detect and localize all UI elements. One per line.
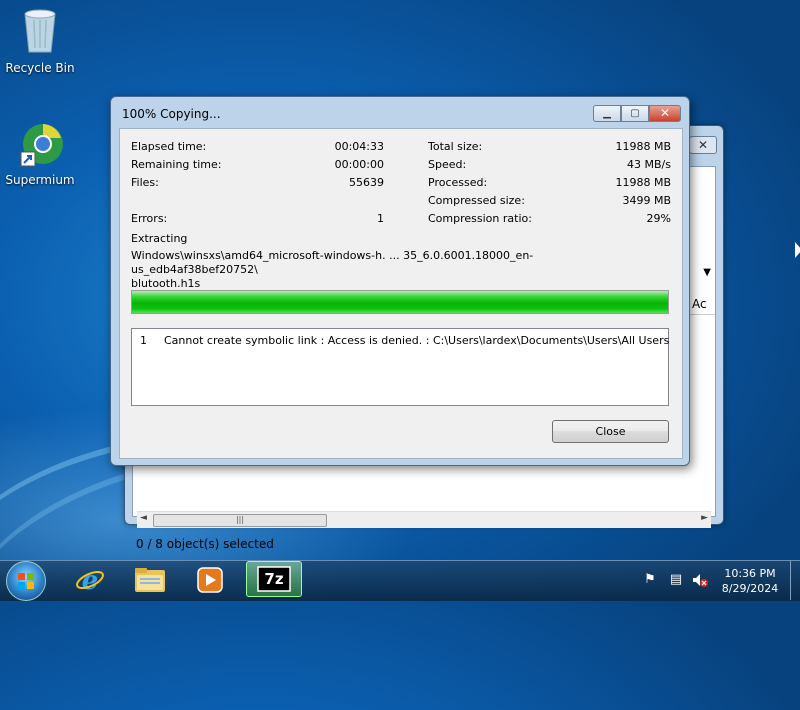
background-window-close-button[interactable]: ✕ (689, 136, 717, 154)
dialog-body: Elapsed time: 00:04:33 Remaining time: 0… (119, 128, 683, 459)
taskbar-clock[interactable]: 10:36 PM 8/29/2024 (716, 566, 784, 596)
compressed-size-label: Compressed size: (428, 194, 525, 207)
elapsed-time-value: 00:04:33 (334, 140, 384, 153)
scrollbar-thumb[interactable]: ||| (153, 514, 327, 527)
errors-label: Errors: (131, 212, 168, 225)
total-size-value: 11988 MB (615, 140, 671, 153)
taskbar-internet-explorer[interactable]: e (62, 562, 118, 598)
total-size-label: Total size: (428, 140, 483, 153)
errors-value: 1 (377, 212, 384, 225)
current-file-path-line: Windows\winsxs\amd64_microsoft-windows-h… (131, 249, 534, 276)
elapsed-time-label: Elapsed time: (131, 140, 207, 153)
horizontal-scrollbar[interactable]: ◄ ||| ► (137, 511, 711, 528)
7zip-icon-label: 7z (264, 570, 284, 588)
minimize-button[interactable]: ▁ (593, 105, 621, 122)
media-player-icon (197, 567, 223, 593)
speed-value: 43 MB/s (627, 158, 671, 171)
clock-time: 10:36 PM (724, 567, 776, 580)
close-window-button[interactable]: ✕ (649, 105, 681, 122)
desktop-icon-label: Recycle Bin (5, 61, 75, 75)
supermium-browser-icon (20, 124, 63, 167)
operation-label: Extracting (131, 232, 188, 245)
taskbar-media-player[interactable] (182, 562, 238, 598)
flag-icon[interactable]: ⚑ (642, 572, 658, 588)
desktop-icon-label: Supermium (5, 173, 75, 187)
chevron-down-icon[interactable]: ▼ (703, 267, 711, 278)
status-bar: 0 / 8 object(s) selected (136, 537, 274, 551)
progress-bar (131, 290, 669, 314)
error-number: 1 (140, 334, 147, 347)
copy-progress-dialog[interactable]: 100% Copying... ▁ ▢ ✕ Elapsed time: 00:0… (110, 96, 690, 466)
current-file-path-line: blutooth.h1s (131, 277, 201, 290)
taskbar-7zip[interactable]: 7z (246, 561, 302, 597)
remaining-time-label: Remaining time: (131, 158, 222, 171)
windows-logo-icon (18, 573, 34, 589)
files-value: 55639 (349, 176, 384, 189)
close-button[interactable]: Close (552, 420, 669, 443)
speed-label: Speed: (428, 158, 467, 171)
maximize-button[interactable]: ▢ (621, 105, 649, 122)
scroll-right-icon[interactable]: ► (701, 513, 708, 523)
remaining-time-value: 00:00:00 (334, 158, 384, 171)
scroll-left-icon[interactable]: ◄ (140, 513, 147, 523)
progress-bar-fill (132, 291, 668, 313)
error-list[interactable]: 1 Cannot create symbolic link : Access is… (131, 328, 669, 406)
processed-label: Processed: (428, 176, 488, 189)
volume-muted-icon[interactable] (692, 572, 708, 588)
show-desktop-button[interactable] (790, 561, 800, 600)
recycle-bin-icon (24, 9, 56, 53)
files-label: Files: (131, 176, 159, 189)
network-icon[interactable]: ▤ (668, 572, 684, 588)
start-button[interactable] (6, 561, 46, 601)
taskbar-file-explorer[interactable] (122, 562, 178, 598)
compressed-size-value: 3499 MB (622, 194, 671, 207)
compression-ratio-value: 29% (646, 212, 671, 225)
caption-buttons: ▁ ▢ ✕ (593, 105, 681, 122)
folder-icon (135, 568, 165, 592)
internet-explorer-icon: e (76, 566, 104, 595)
mouse-cursor (795, 242, 800, 258)
desktop-icon-recycle-bin[interactable]: Recycle Bin (0, 6, 80, 75)
svg-text:e: e (82, 566, 99, 595)
compression-ratio-label: Compression ratio: (428, 212, 532, 225)
clock-date: 8/29/2024 (721, 582, 779, 595)
desktop-icon-supermium[interactable]: Supermium (0, 120, 80, 187)
current-file-path: Windows\winsxs\amd64_microsoft-windows-h… (131, 249, 621, 291)
error-message: Cannot create symbolic link : Access is … (164, 334, 670, 347)
processed-value: 11988 MB (615, 176, 671, 189)
dialog-title: 100% Copying... (122, 107, 221, 121)
speaker-icon (693, 574, 708, 587)
list-item[interactable]: 1 Cannot create symbolic link : Access is… (140, 334, 669, 347)
